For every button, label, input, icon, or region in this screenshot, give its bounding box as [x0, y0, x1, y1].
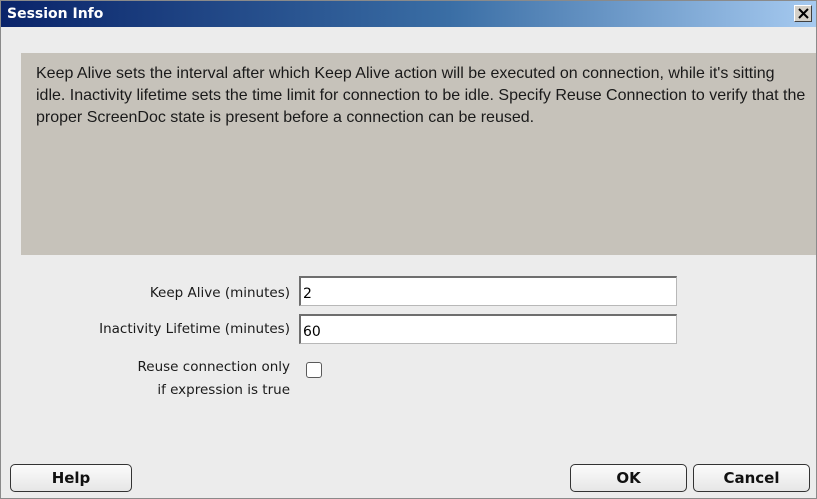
keep-alive-input[interactable] [299, 276, 677, 306]
description-panel: Keep Alive sets the interval after which… [21, 53, 816, 255]
title-bar[interactable]: Session Info [1, 1, 816, 27]
ok-button[interactable]: OK [570, 464, 687, 492]
inactivity-lifetime-label: Inactivity Lifetime (minutes) [99, 321, 290, 337]
reuse-connection-checkbox[interactable] [306, 362, 322, 378]
window-title: Session Info [7, 6, 104, 22]
close-button[interactable] [794, 5, 812, 22]
close-icon [798, 8, 809, 19]
reuse-connection-label-line2: if expression is true [157, 382, 290, 398]
description-text: Keep Alive sets the interval after which… [36, 65, 806, 126]
keep-alive-label: Keep Alive (minutes) [149, 285, 290, 301]
inactivity-lifetime-input[interactable] [299, 314, 677, 344]
reuse-connection-label-line1: Reuse connection only [137, 359, 291, 375]
help-button[interactable]: Help [10, 464, 132, 492]
session-info-dialog: Session Info Keep Alive sets the interva… [0, 0, 817, 499]
cancel-button[interactable]: Cancel [693, 464, 810, 492]
